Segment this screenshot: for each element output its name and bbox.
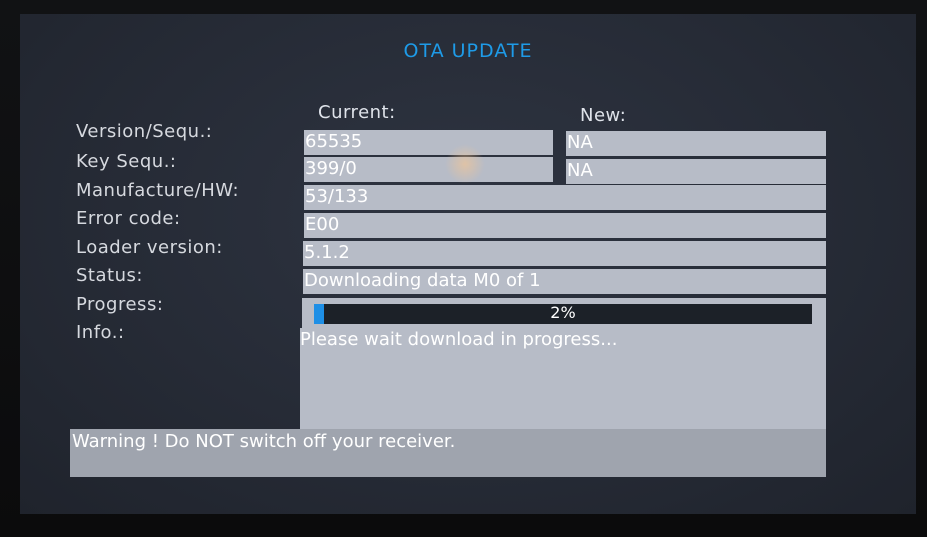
- version-current-field: 65535: [304, 130, 553, 155]
- manufacture-label: Manufacture/HW:: [76, 180, 240, 201]
- error-code-label: Error code:: [76, 208, 181, 229]
- page-title: OTA UPDATE: [403, 40, 533, 62]
- info-message: Please wait download in progress...: [300, 329, 618, 350]
- loader-version-field: 5.1.2: [303, 241, 826, 266]
- status-label: Status:: [76, 265, 143, 286]
- progress-percent: 2%: [550, 303, 576, 322]
- column-header-current: Current:: [318, 102, 396, 123]
- error-code-field: E00: [304, 213, 826, 238]
- key-new-field: NA: [566, 159, 826, 184]
- ota-update-screen: OTA UPDATE Current: New: Version/Sequ.: …: [20, 14, 916, 514]
- version-new-field: NA: [566, 131, 826, 156]
- version-label: Version/Sequ.:: [76, 121, 213, 142]
- progress-bar: 2%: [314, 304, 812, 324]
- info-box: Please wait download in progress...: [300, 328, 826, 434]
- status-field: Downloading data M0 of 1: [303, 269, 826, 294]
- progress-container: 2%: [302, 298, 826, 328]
- key-sequ-label: Key Sequ.:: [76, 151, 177, 172]
- warning-bar: Warning ! Do NOT switch off your receive…: [70, 429, 826, 477]
- key-current-field: 399/0: [304, 157, 553, 182]
- tv-frame: OTA UPDATE Current: New: Version/Sequ.: …: [0, 0, 927, 537]
- manufacture-field: 53/133: [304, 185, 826, 210]
- progress-label: Progress:: [76, 294, 164, 315]
- column-header-new: New:: [580, 105, 627, 126]
- warning-message: Warning ! Do NOT switch off your receive…: [72, 431, 456, 452]
- info-label: Info.:: [76, 322, 125, 343]
- loader-version-label: Loader version:: [76, 237, 223, 258]
